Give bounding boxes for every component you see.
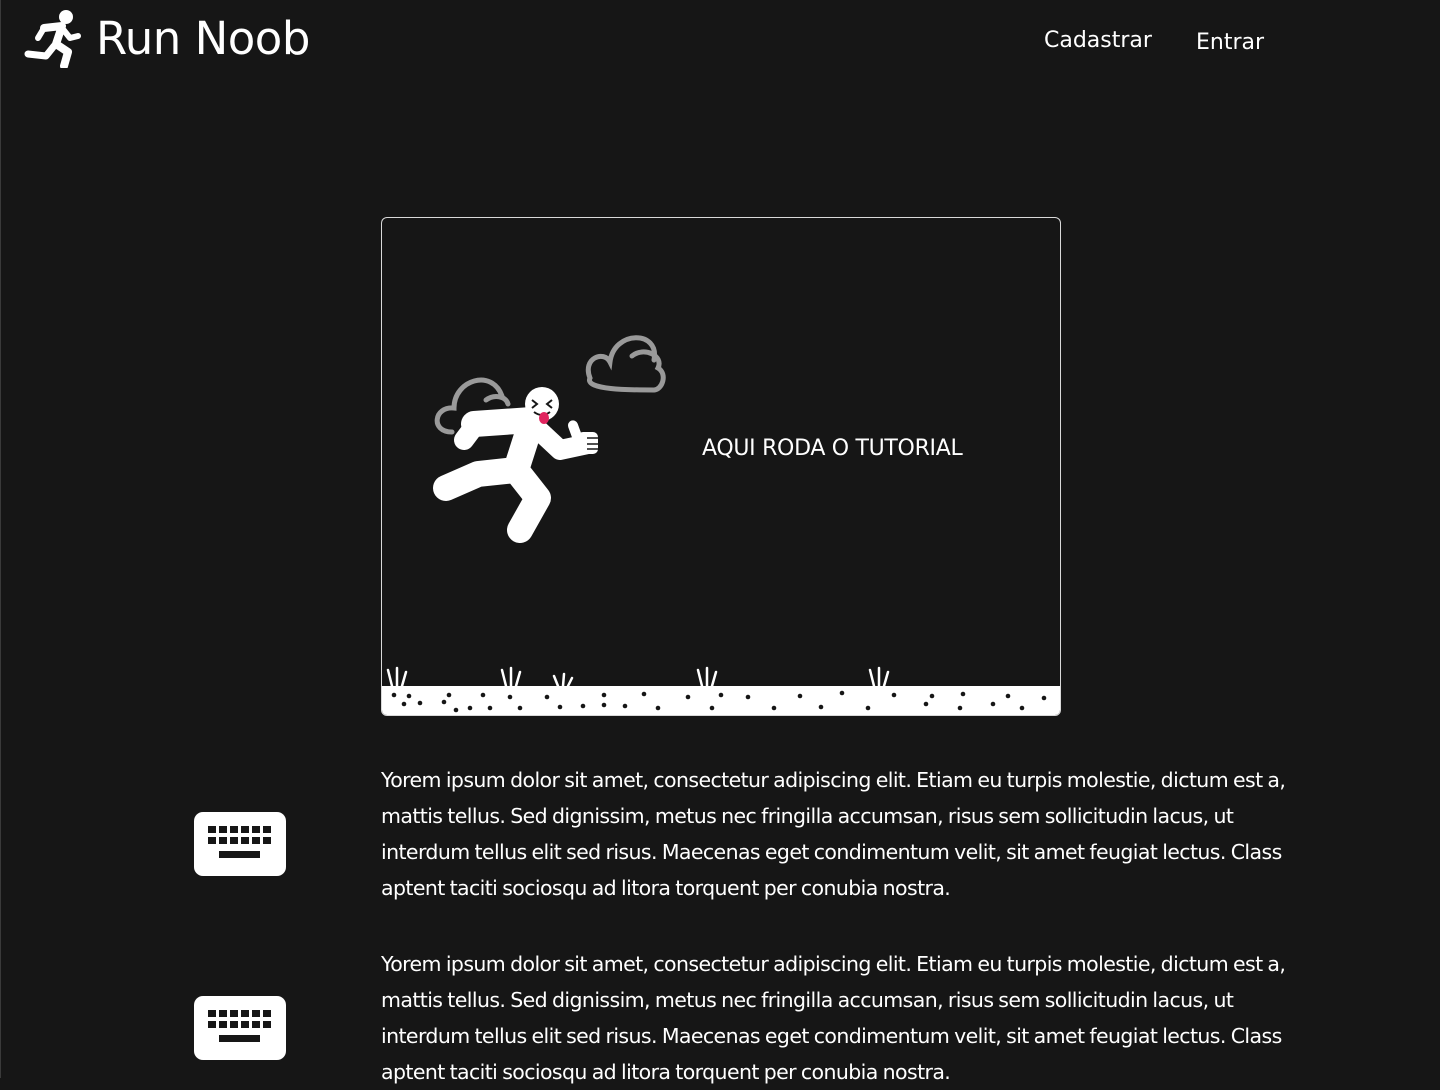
instruction-text: Yorem ipsum dolor sit amet, consectetur … <box>381 952 1286 1084</box>
brand-logo[interactable]: Run Noob <box>24 6 310 70</box>
ground-strip <box>382 686 1060 715</box>
tutorial-illustration <box>382 335 1060 715</box>
tutorial-frame: AQUI RODA O TUTORIAL <box>381 217 1061 716</box>
brand-name: Run Noob <box>96 11 310 65</box>
login-link[interactable]: Entrar <box>1196 30 1264 55</box>
grass-tufts <box>386 666 890 688</box>
cloud-icon <box>585 335 666 393</box>
keyboard-icon <box>194 812 286 876</box>
keyboard-icon <box>194 996 286 1060</box>
running-person-icon <box>24 10 81 68</box>
tutorial-caption: AQUI RODA O TUTORIAL <box>702 436 963 461</box>
runner-character <box>433 387 598 543</box>
page-edge <box>0 0 1 1078</box>
instruction-text: Yorem ipsum dolor sit amet, consectetur … <box>381 768 1286 900</box>
signup-link[interactable]: Cadastrar <box>1044 28 1152 53</box>
